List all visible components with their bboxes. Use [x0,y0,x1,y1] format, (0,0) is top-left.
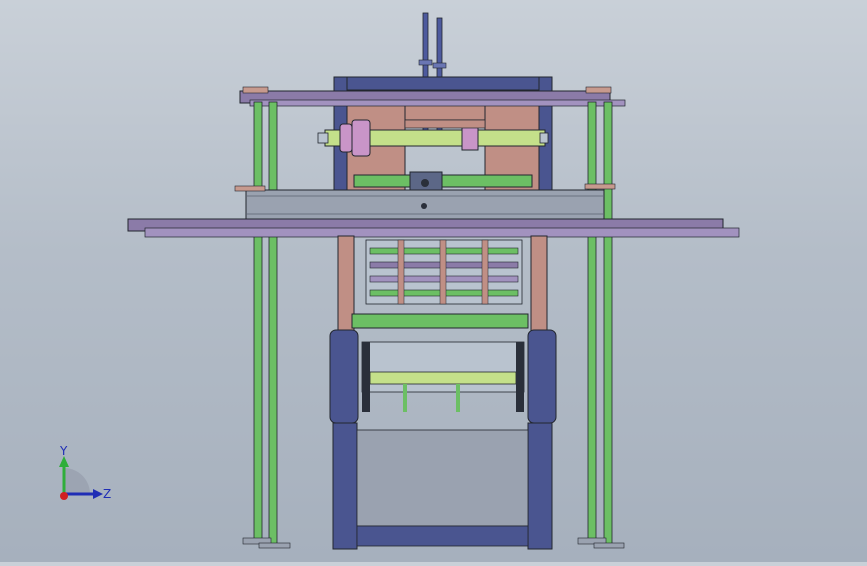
long-lower-beam [127,218,740,238]
coordinate-triad: Y Z [59,444,111,501]
middle-assembly [337,235,548,332]
y-axis-label: Y [59,444,68,458]
cad-viewport[interactable]: Y Z [0,0,867,562]
z-axis-label: Z [103,487,111,501]
right-columns [577,101,625,549]
machine-assembly-view[interactable]: Y Z [0,0,867,562]
lower-housing [329,329,557,550]
left-columns [242,101,291,549]
